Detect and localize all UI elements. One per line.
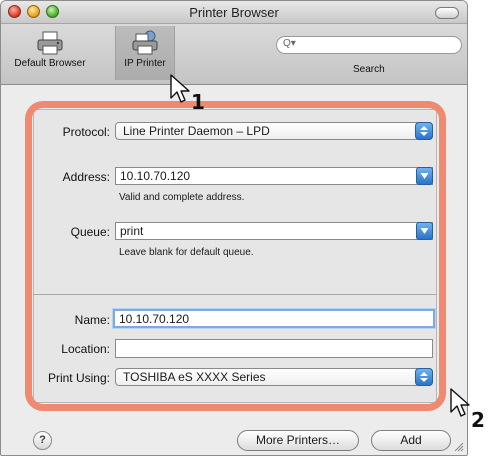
highlight-ring [25,101,446,411]
callout-step-2: 2 [471,408,485,432]
search-label: Search [353,64,385,75]
default-browser-label: Default Browser [14,58,86,69]
more-printers-button[interactable]: More Printers… [237,430,359,451]
cursor-arrow-icon [170,74,190,103]
toolbar: Default Browser IP Printer Q▾ Search [1,24,467,85]
default-browser-button[interactable]: Default Browser [3,26,97,80]
window-title: Printer Browser [189,5,279,20]
printer-browser-window: Printer Browser Default Browser IP Print… [0,0,468,456]
printer-icon [37,31,63,55]
cursor-arrow-icon [450,388,470,417]
ip-printer-button[interactable]: IP Printer [115,26,175,80]
add-button[interactable]: Add [371,430,451,451]
callout-step-1: 1 [191,90,205,114]
search-input[interactable]: Q▾ [276,36,462,54]
search-icon: Q▾ [283,38,296,49]
ip-printer-label: IP Printer [124,58,166,69]
titlebar: Printer Browser [1,1,467,24]
resize-grip-icon[interactable] [453,441,464,452]
ip-printer-icon [132,30,158,55]
help-icon[interactable]: ? [33,431,52,450]
toolbar-toggle-button[interactable] [435,7,459,19]
